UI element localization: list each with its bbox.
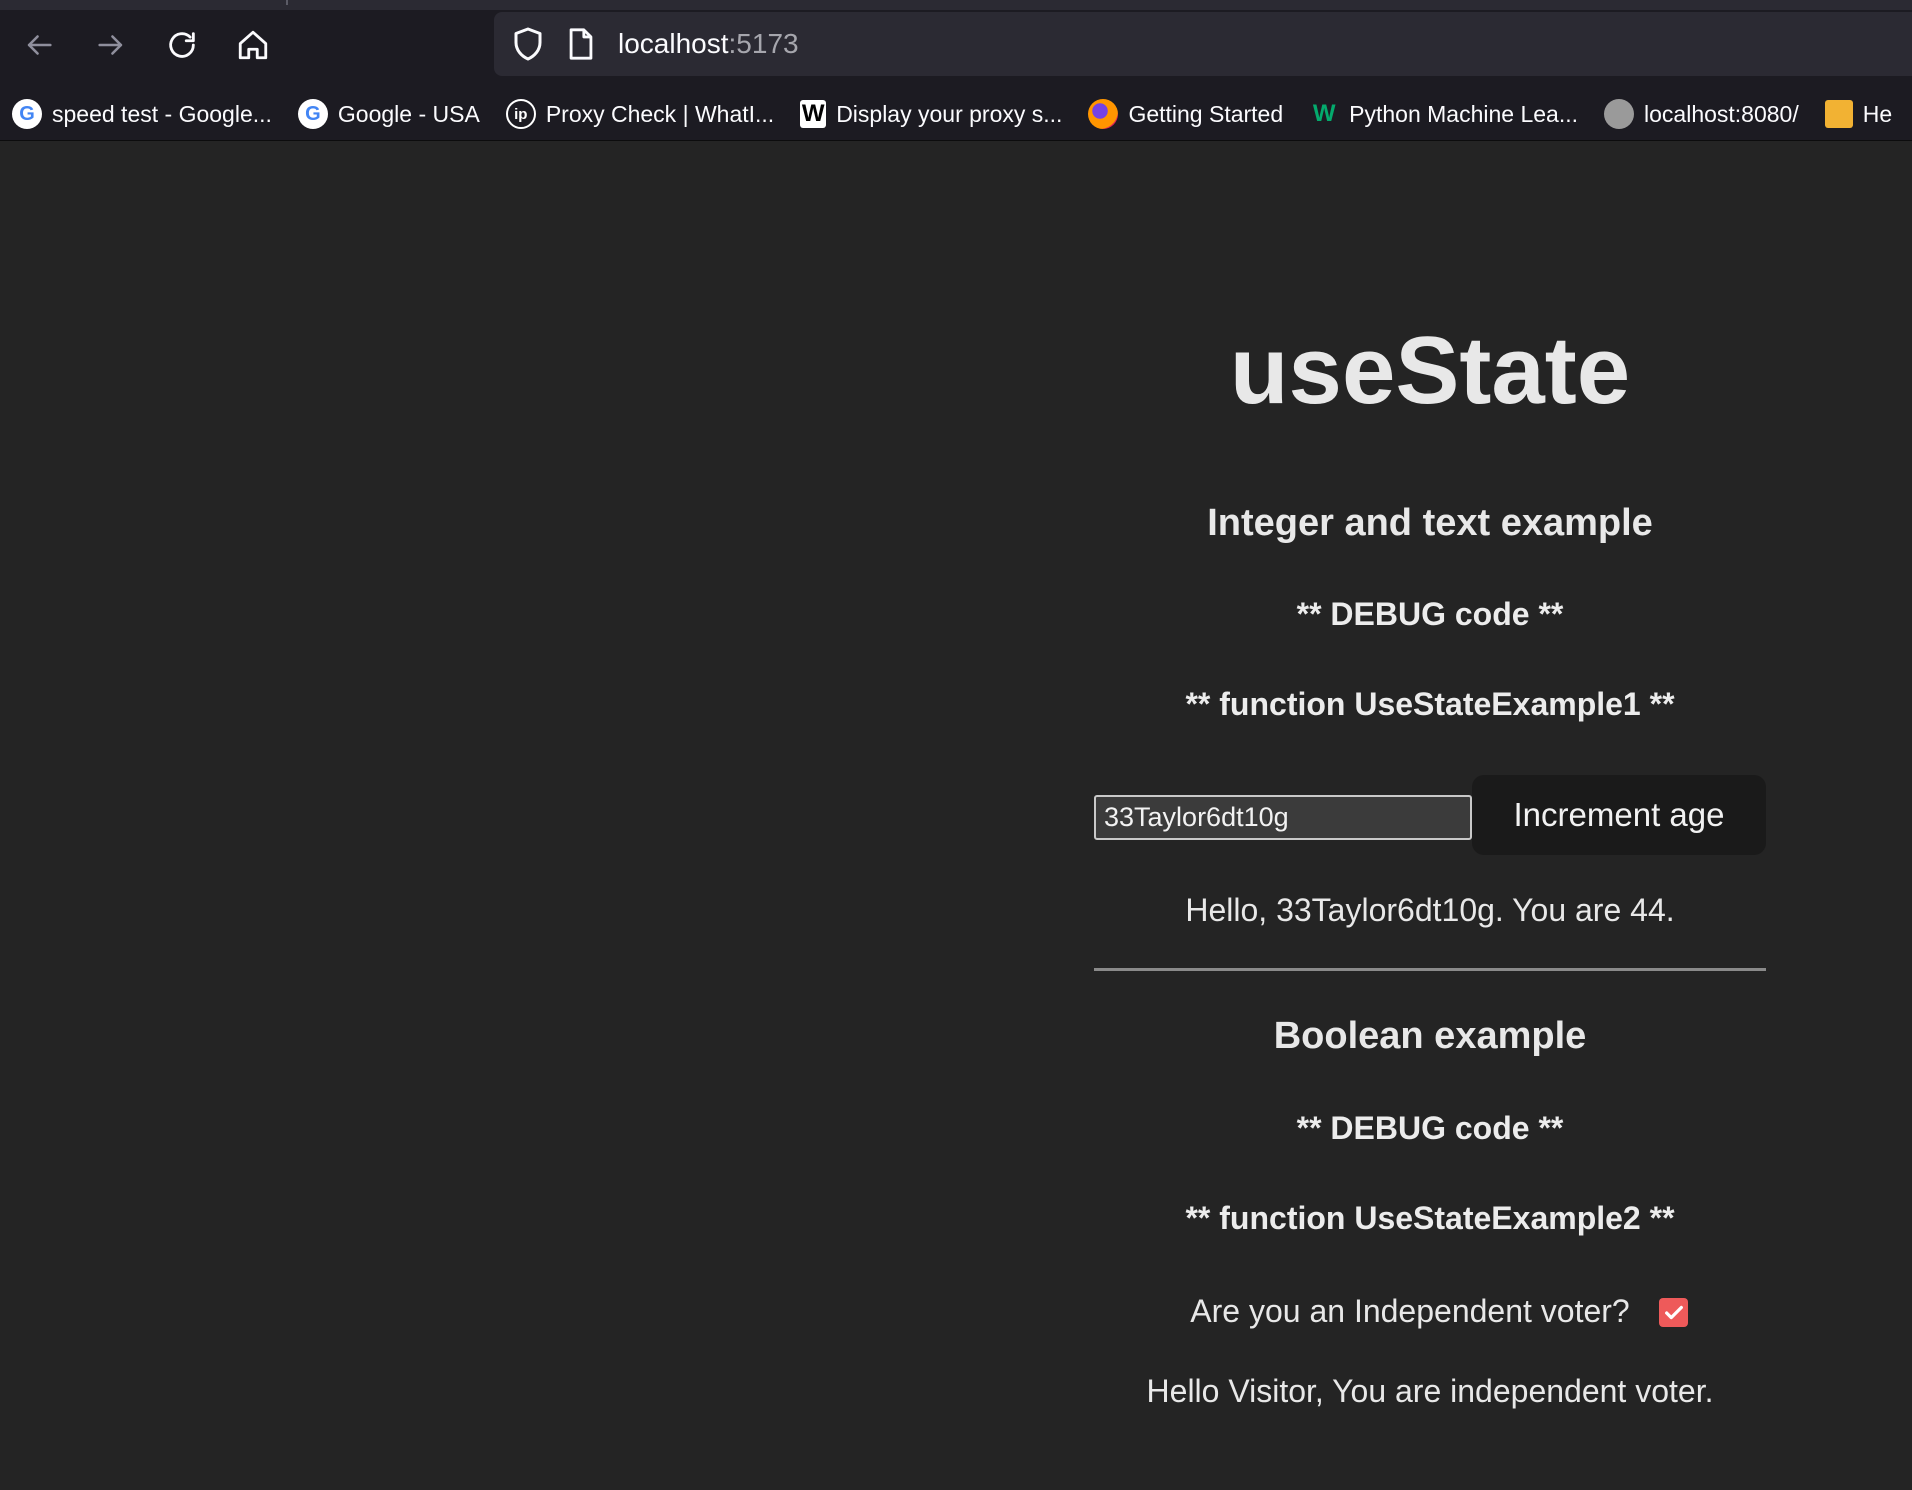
forward-button[interactable]	[86, 20, 136, 70]
bookmark-google-usa[interactable]: G Google - USA	[297, 94, 480, 134]
back-button[interactable]	[14, 20, 64, 70]
tab-separator	[286, 0, 288, 5]
home-button[interactable]	[228, 20, 278, 70]
greeting-message: Hello, 33Taylor6dt10g. You are 44.	[1185, 892, 1675, 928]
checkmark-icon	[1664, 1305, 1683, 1319]
reload-icon	[169, 32, 195, 58]
url-port: :5173	[728, 28, 799, 59]
google-icon: G	[12, 99, 42, 129]
bookmark-label: Python Machine Lea...	[1349, 100, 1579, 127]
globe-icon	[1604, 99, 1635, 129]
bookmark-getting-started[interactable]: Getting Started	[1088, 94, 1283, 134]
browser-toolbar: localhost:5173 G speed test - Google... …	[0, 0, 1912, 141]
bookmark-label: Getting Started	[1128, 100, 1284, 127]
voter-question-label: Are you an Independent voter?	[1190, 1293, 1630, 1329]
bookmark-label: He	[1862, 100, 1893, 127]
bookmark-label: speed test - Google...	[52, 100, 272, 127]
section1-function-label: ** function UseStateExample1 **	[1185, 686, 1675, 722]
page-title: useState	[1229, 317, 1631, 424]
bookmark-display-proxy[interactable]: W Display your proxy s...	[800, 94, 1062, 134]
w-icon: W	[800, 100, 827, 128]
ip-icon: ip	[505, 99, 536, 129]
bookmark-python-ml[interactable]: W Python Machine Lea...	[1309, 94, 1578, 134]
bookmark-localhost-8080[interactable]: localhost:8080/	[1604, 94, 1799, 134]
section1-debug-label: ** DEBUG code **	[1296, 596, 1564, 632]
shield-icon[interactable]	[510, 26, 546, 62]
bookmark-label: Display your proxy s...	[836, 100, 1063, 127]
section2-debug-label: ** DEBUG code **	[1296, 1110, 1564, 1146]
bookmark-he[interactable]: He	[1824, 94, 1893, 134]
bookmark-label: localhost:8080/	[1644, 100, 1799, 127]
box-icon	[1824, 100, 1853, 128]
bookmark-label: Google - USA	[337, 100, 480, 127]
bookmark-label: Proxy Check | WhatI...	[545, 100, 775, 127]
section2-function-label: ** function UseStateExample2 **	[1185, 1200, 1675, 1236]
tab-strip	[0, 0, 1912, 10]
url-text[interactable]: localhost:5173	[618, 28, 799, 60]
back-arrow-icon	[27, 35, 52, 55]
url-host: localhost	[618, 28, 729, 59]
section2-heading: Boolean example	[1273, 1015, 1587, 1057]
home-icon	[238, 30, 268, 60]
independent-voter-checkbox[interactable]	[1659, 1298, 1688, 1327]
bookmarks-bar: G speed test - Google... G Google - USA …	[0, 94, 1912, 134]
google-icon: G	[297, 99, 328, 129]
firefox-icon	[1088, 99, 1119, 129]
name-input[interactable]	[1094, 795, 1472, 840]
divider	[1094, 968, 1766, 971]
address-bar[interactable]: localhost:5173	[494, 12, 1912, 76]
w3-icon: W	[1312, 100, 1336, 127]
voter-status-message: Hello Visitor, You are independent voter…	[1146, 1373, 1714, 1409]
reload-button[interactable]	[157, 20, 207, 70]
bookmark-speed-test[interactable]: G speed test - Google...	[12, 94, 272, 134]
page-icon[interactable]	[564, 26, 598, 62]
forward-arrow-icon	[98, 35, 123, 55]
bookmark-proxy-check[interactable]: ip Proxy Check | WhatI...	[505, 94, 775, 134]
section1-heading: Integer and text example	[1207, 502, 1653, 544]
increment-age-button[interactable]: Increment age	[1472, 775, 1766, 855]
